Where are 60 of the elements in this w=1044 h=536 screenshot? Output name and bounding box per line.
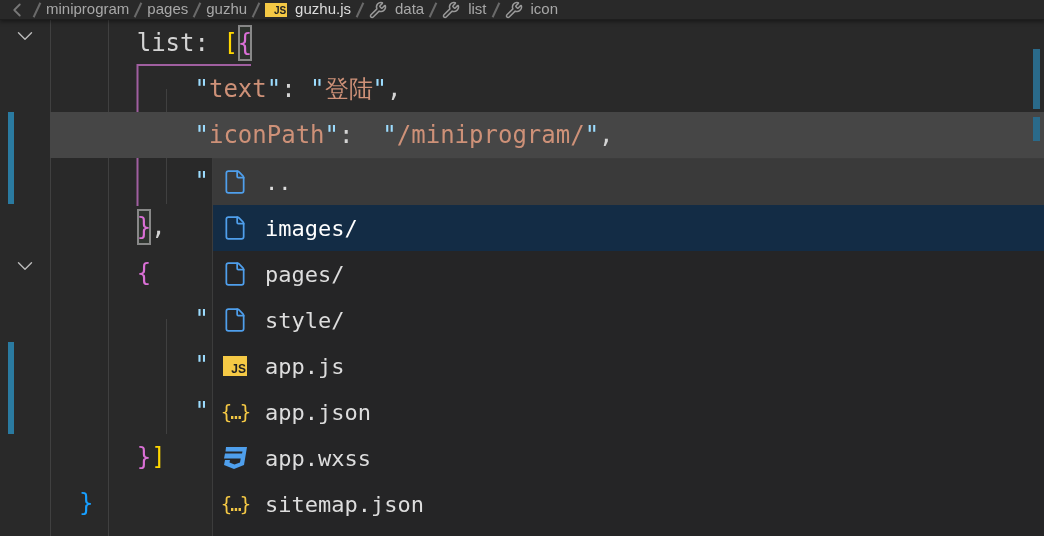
- code-token: /miniprogram/: [396, 120, 585, 151]
- suggestion-item[interactable]: JS app.js: [213, 343, 1044, 389]
- js-file-icon: JS: [265, 2, 288, 17]
- separator-icon: [134, 1, 143, 18]
- code-token: {: [237, 25, 253, 61]
- code-token: ": [194, 166, 209, 197]
- code-token: }: [136, 442, 152, 473]
- code-token: :: [281, 74, 297, 105]
- wrench-icon: [442, 0, 461, 19]
- code-token: 登陆: [324, 74, 373, 105]
- json-file-icon: {…}: [220, 402, 250, 422]
- suggestion-item[interactable]: images/: [213, 205, 1044, 251]
- code-token: }: [136, 209, 152, 245]
- breadcrumb-item[interactable]: pages: [147, 0, 189, 19]
- code-token: ": [310, 74, 325, 105]
- code-token: ]: [151, 442, 166, 473]
- overview-ruler-mark: [1033, 117, 1040, 141]
- code-token: text: [208, 74, 267, 105]
- code-token: ,: [387, 74, 402, 105]
- code-token: ": [194, 304, 209, 335]
- code-token: ": [194, 350, 209, 381]
- code-token: ": [372, 74, 387, 105]
- code-token: ,: [151, 212, 166, 243]
- suggestion-item[interactable]: pages/: [213, 251, 1044, 297]
- suggestion-item[interactable]: app.wxss: [213, 435, 1044, 481]
- code-token: list:: [136, 28, 210, 59]
- breadcrumb-item[interactable]: icon: [530, 0, 559, 19]
- separator-icon: [491, 1, 500, 18]
- breadcrumb-item[interactable]: guzhu: [206, 0, 248, 19]
- json-file-icon: {…}: [220, 494, 250, 514]
- code-token: ": [194, 120, 209, 151]
- breadcrumb-item[interactable]: guzhu.js: [295, 0, 351, 19]
- code-token: }: [78, 488, 94, 519]
- file-icon: [222, 169, 248, 195]
- code-token: {: [136, 258, 152, 289]
- wrench-icon: [369, 0, 387, 19]
- file-icon: [222, 215, 248, 241]
- code-token: ": [382, 120, 397, 151]
- breadcrumb-item[interactable]: miniprogram: [46, 0, 130, 19]
- suggestion-item[interactable]: style/: [213, 297, 1044, 343]
- code-token: ": [194, 396, 209, 427]
- code-token: :: [339, 120, 355, 151]
- suggestion-item[interactable]: {…} app.json: [213, 389, 1044, 435]
- code-token: ": [324, 120, 339, 151]
- wrench-icon: [504, 0, 523, 19]
- code-token: ": [194, 74, 209, 105]
- code-token: ": [266, 74, 282, 105]
- js-file-icon: JS: [223, 356, 247, 376]
- code-token: [: [223, 28, 238, 59]
- suggestion-item[interactable]: {…} sitemap.json: [213, 481, 1044, 527]
- code-token: ": [584, 120, 600, 151]
- code-token: ,: [599, 120, 614, 151]
- file-icon: [222, 261, 248, 287]
- file-icon: [222, 307, 248, 333]
- breadcrumb-item[interactable]: list: [468, 0, 487, 19]
- overview-ruler-mark: [1033, 49, 1040, 109]
- suggestion-item[interactable]: ..: [213, 159, 1044, 205]
- css-file-icon: [222, 446, 248, 470]
- breadcrumb-item[interactable]: data: [395, 0, 425, 19]
- code-token: iconPath: [208, 120, 325, 151]
